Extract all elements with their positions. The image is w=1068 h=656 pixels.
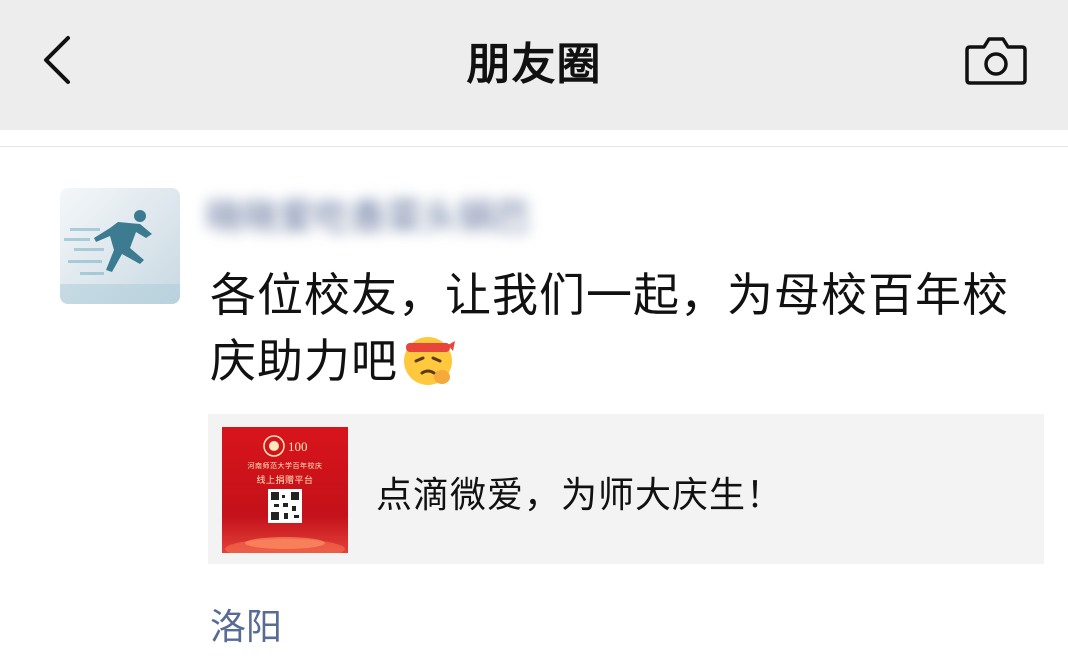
top-navbar: 朋友圈 (0, 0, 1068, 130)
school-emblem-icon: 100 (263, 435, 308, 457)
thumbnail-caption-2: 线上捐赠平台 (256, 476, 314, 486)
post-text-content: 各位校友，让我们一起，为母校百年校庆助力吧 (210, 268, 1009, 388)
salute-face-emoji-icon (400, 331, 456, 387)
link-thumbnail: 100 河南师范大学百年校庆 线上捐赠平台 (222, 427, 348, 553)
avatar[interactable] (60, 188, 180, 304)
camera-icon (965, 37, 1027, 85)
page-title: 朋友圈 (466, 39, 602, 90)
svg-text:100: 100 (288, 439, 308, 454)
navbar-divider (0, 146, 1068, 147)
runner-avatar-icon (60, 210, 180, 304)
thumbnail-caption-1: 河南师范大学百年校庆 (247, 462, 323, 470)
post-text: 各位校友，让我们一起，为母校百年校庆助力吧 (210, 262, 1030, 394)
post-author-name[interactable]: 晓晓爱吃香菜头锅巴 (206, 188, 530, 240)
post-location[interactable]: 洛阳 (210, 598, 282, 650)
shared-link-card[interactable]: 100 河南师范大学百年校庆 线上捐赠平台 点滴微爱，为师大庆生！ (208, 414, 1044, 564)
qr-code-icon (268, 489, 302, 523)
camera-button[interactable] (964, 33, 1028, 89)
link-title: 点滴微爱，为师大庆生！ (376, 475, 784, 516)
stage-decoration (225, 537, 345, 553)
